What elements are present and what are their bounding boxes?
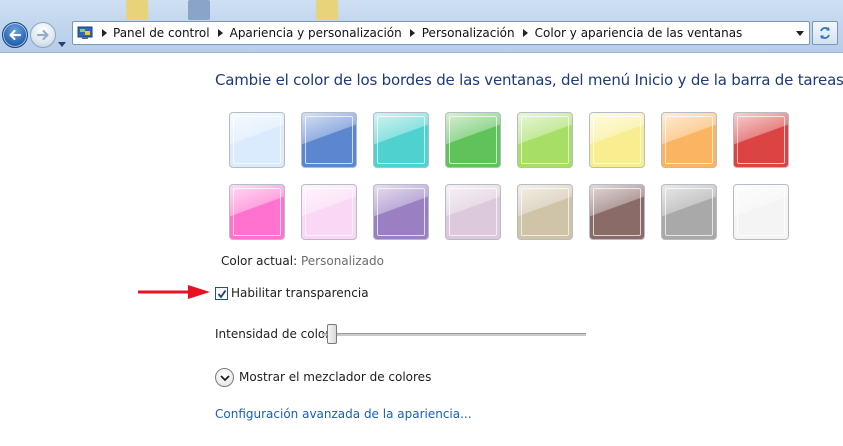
- desktop-icon-fragment: [316, 0, 338, 20]
- dropdown-icon: [58, 42, 66, 47]
- transparency-label[interactable]: Habilitar transparencia: [231, 286, 369, 300]
- intensity-label: Intensidad de color:: [215, 327, 335, 341]
- color-swatch[interactable]: [229, 112, 285, 168]
- color-swatch[interactable]: [733, 184, 789, 240]
- current-color-label: Color actual:: [221, 254, 298, 268]
- desktop-icon-fragment: [188, 0, 210, 20]
- advanced-appearance-link[interactable]: Configuración avanzada de la apariencia.…: [215, 407, 472, 421]
- desktop-icon-fragment: [126, 0, 148, 20]
- intensity-slider-thumb[interactable]: [327, 324, 338, 344]
- color-swatch[interactable]: [229, 184, 285, 240]
- chevron-down-icon: [219, 374, 230, 381]
- breadcrumb-item[interactable]: Apariencia y personalización: [230, 23, 402, 43]
- breadcrumb-separator-icon[interactable]: [99, 28, 109, 38]
- color-swatch[interactable]: [445, 112, 501, 168]
- breadcrumb-separator-icon[interactable]: [408, 28, 418, 38]
- color-swatch[interactable]: [445, 184, 501, 240]
- breadcrumb-separator-icon[interactable]: [216, 28, 226, 38]
- color-swatch[interactable]: [373, 112, 429, 168]
- color-swatch[interactable]: [517, 184, 573, 240]
- address-dropdown-button[interactable]: [791, 22, 809, 44]
- back-arrow-icon: [9, 29, 22, 41]
- navigation-bar: Panel de control Apariencia y personaliz…: [0, 0, 843, 53]
- color-swatch[interactable]: [517, 112, 573, 168]
- back-button[interactable]: [2, 22, 28, 48]
- color-swatch[interactable]: [373, 184, 429, 240]
- breadcrumb-item[interactable]: Personalización: [422, 23, 515, 43]
- dropdown-icon: [796, 30, 804, 36]
- recent-pages-dropdown[interactable]: [58, 33, 66, 47]
- breadcrumb-item[interactable]: Color y apariencia de las ventanas: [535, 23, 743, 43]
- color-swatch[interactable]: [301, 112, 357, 168]
- page-title: Cambie el color de los bordes de las ven…: [215, 71, 843, 89]
- color-swatch[interactable]: [661, 184, 717, 240]
- breadcrumb-item[interactable]: Panel de control: [113, 23, 210, 43]
- color-swatch[interactable]: [589, 112, 645, 168]
- color-mixer-label[interactable]: Mostrar el mezclador de colores: [239, 370, 431, 384]
- refresh-icon: [820, 27, 830, 39]
- address-bar[interactable]: Panel de control Apariencia y personaliz…: [72, 21, 810, 45]
- forward-button[interactable]: [30, 22, 56, 48]
- current-color-info: Color actual: Personalizado: [221, 254, 384, 268]
- forward-arrow-icon: [36, 29, 49, 41]
- color-swatch[interactable]: [589, 184, 645, 240]
- breadcrumb-separator-icon[interactable]: [521, 28, 531, 38]
- current-color-value: Personalizado: [300, 254, 384, 268]
- control-panel-icon: [77, 26, 93, 39]
- color-swatch[interactable]: [301, 184, 357, 240]
- color-mixer-expand-button[interactable]: [215, 368, 234, 387]
- checkmark-icon: [217, 289, 226, 298]
- intensity-slider-track[interactable]: [322, 333, 586, 336]
- transparency-checkbox[interactable]: [215, 287, 228, 300]
- color-swatch[interactable]: [661, 112, 717, 168]
- color-swatch[interactable]: [733, 112, 789, 168]
- refresh-button[interactable]: [812, 21, 838, 45]
- red-arrow-icon: [138, 285, 210, 299]
